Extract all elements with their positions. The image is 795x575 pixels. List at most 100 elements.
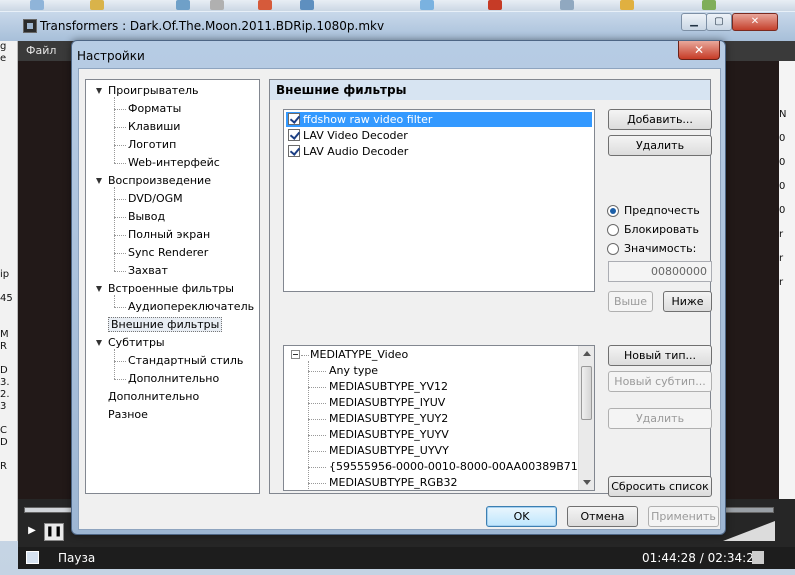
tree-connector (308, 361, 309, 490)
tree-item-label: Встроенные фильтры (108, 282, 234, 295)
external-filters-panel: Внешние фильтры ffdshow raw video filter… (269, 79, 712, 497)
tree-item[interactable]: Захват (128, 262, 168, 280)
play-button[interactable]: ▶ (22, 523, 42, 541)
tree-item-label: Логотип (128, 138, 177, 151)
tree-connector (114, 145, 126, 146)
filter-checkbox[interactable] (288, 145, 300, 157)
move-up-button[interactable]: Выше (608, 291, 653, 312)
tree-item[interactable]: Клавиши (128, 118, 180, 136)
filter-item[interactable]: LAV Audio Decoder (286, 144, 592, 159)
tree-connector (114, 235, 126, 236)
media-type-item[interactable]: MEDIASUBTYPE_IYUV (329, 395, 445, 411)
scroll-up-icon[interactable] (583, 351, 591, 356)
tree-item-label: Дополнительно (128, 372, 220, 385)
delete-type-button[interactable]: Удалить (608, 408, 712, 429)
tree-item[interactable]: Субтитры (96, 334, 165, 352)
tree-connector (114, 271, 126, 272)
collapse-icon[interactable] (291, 350, 300, 359)
remove-filter-button[interactable]: Удалить (608, 135, 712, 156)
tree-item[interactable]: Дополнительно (128, 370, 219, 388)
media-type-item[interactable]: MEDIASUBTYPE_YUYV (329, 427, 449, 443)
status-text: Пауза (58, 551, 96, 565)
tree-item[interactable]: Web-интерфейс (128, 154, 220, 172)
tree-item[interactable]: Разное (108, 406, 148, 424)
tree-item[interactable]: Полный экран (128, 226, 210, 244)
tree-connector (308, 435, 326, 436)
new-type-button[interactable]: Новый тип... (608, 345, 712, 366)
apply-button[interactable]: Применить (648, 506, 719, 527)
tree-item-label: Внешние фильтры (108, 317, 223, 332)
tree-item-label: DVD/OGM (128, 192, 183, 205)
background-window-edge-right: N0000rrr (779, 61, 795, 501)
tree-item[interactable]: Стандартный стиль (128, 352, 243, 370)
tree-item[interactable]: Воспроизведение (96, 172, 211, 190)
media-type-item[interactable]: MEDIATYPE_Video (310, 347, 408, 363)
filter-list[interactable]: ffdshow raw video filter LAV Video Decode… (283, 109, 595, 292)
tree-item-label: Воспроизведение (108, 174, 211, 187)
player-titlebar: Transformers : Dark.Of.The.Moon.2011.BDR… (0, 11, 795, 41)
tree-item[interactable]: Аудиопереключатель (128, 298, 254, 316)
tree-connector (114, 379, 126, 380)
tree-item[interactable]: Встроенные фильтры (96, 280, 234, 298)
tree-item[interactable]: Внешние фильтры (108, 316, 223, 334)
volume-slider[interactable] (723, 521, 775, 541)
ok-button[interactable]: OK (486, 506, 557, 527)
expand-arrow-icon[interactable] (96, 286, 102, 292)
maximize-icon: ▢ (714, 16, 724, 27)
maximize-button[interactable]: ▢ (706, 13, 732, 31)
media-type-item[interactable]: MEDIASUBTYPE_YV12 (329, 379, 448, 395)
radio-label: Предпочесть (624, 204, 700, 217)
expand-arrow-icon[interactable] (96, 178, 102, 184)
tree-item[interactable]: DVD/OGM (128, 190, 183, 208)
scroll-down-icon[interactable] (583, 480, 591, 485)
expand-arrow-icon[interactable] (96, 88, 102, 94)
cancel-button[interactable]: Отмена (567, 506, 638, 527)
filter-checkbox[interactable] (288, 129, 300, 141)
radio-dot[interactable] (607, 224, 619, 236)
settings-tree[interactable]: Проигрыватель Форматы Клавиши Логотип Web-ин… (85, 79, 260, 494)
add-filter-button[interactable]: Добавить... (608, 109, 712, 130)
media-type-item[interactable]: Any type (329, 363, 378, 379)
radio-dot[interactable] (607, 205, 619, 217)
tree-connector (308, 419, 326, 420)
media-type-item[interactable]: {59555956-0000-0010-8000-00AA00389B71} (329, 459, 585, 475)
tree-connector (114, 217, 126, 218)
tree-item-label: Дополнительно (108, 390, 200, 403)
radio-dot[interactable] (607, 243, 619, 255)
scroll-thumb[interactable] (581, 366, 592, 420)
priority-field[interactable]: 00800000 (608, 261, 712, 282)
new-subtype-button[interactable]: Новый субтип... (608, 371, 712, 392)
play-icon: ▶ (28, 525, 36, 536)
tree-connector (308, 371, 326, 372)
reset-list-button[interactable]: Сбросить список (608, 476, 712, 497)
tree-connector (308, 403, 326, 404)
tree-item[interactable]: Форматы (128, 100, 181, 118)
filter-checkbox[interactable] (288, 113, 300, 125)
tree-item[interactable]: Логотип (128, 136, 176, 154)
tree-item-label: Стандартный стиль (128, 354, 244, 367)
tree-item[interactable]: Дополнительно (108, 388, 199, 406)
media-type-item[interactable]: MEDIASUBTYPE_UYVY (329, 443, 449, 459)
media-type-tree[interactable]: MEDIATYPE_Video Any type MEDIASUBTYPE_YV12… (283, 345, 595, 491)
pause-button[interactable]: ❚❚ (44, 523, 64, 541)
tree-item[interactable]: Вывод (128, 208, 165, 226)
menu-file[interactable]: Файл (26, 44, 56, 57)
filter-item[interactable]: ffdshow raw video filter (286, 112, 592, 127)
media-type-item[interactable]: MEDIASUBTYPE_RGB32 (329, 475, 458, 490)
filter-item[interactable]: LAV Video Decoder (286, 128, 592, 143)
move-down-button[interactable]: Ниже (663, 291, 712, 312)
tree-item-label: Sync Renderer (128, 246, 209, 259)
tree-connector (114, 307, 126, 308)
dialog-close-button[interactable]: ✕ (678, 41, 720, 60)
tree-item[interactable]: Проигрыватель (96, 82, 199, 100)
player-close-button[interactable]: ✕ (732, 13, 778, 31)
expand-arrow-icon[interactable] (96, 340, 102, 346)
pause-icon: ❚❚ (45, 526, 63, 537)
tree-connector (114, 349, 115, 379)
media-type-item[interactable]: MEDIASUBTYPE_YUY2 (329, 411, 448, 427)
panel-title: Внешние фильтры (270, 80, 710, 100)
minimize-button[interactable]: ▁ (681, 13, 707, 31)
media-tree-scrollbar[interactable] (578, 346, 594, 490)
tree-item[interactable]: Sync Renderer (128, 244, 208, 262)
tree-item-label: Вывод (128, 210, 166, 223)
